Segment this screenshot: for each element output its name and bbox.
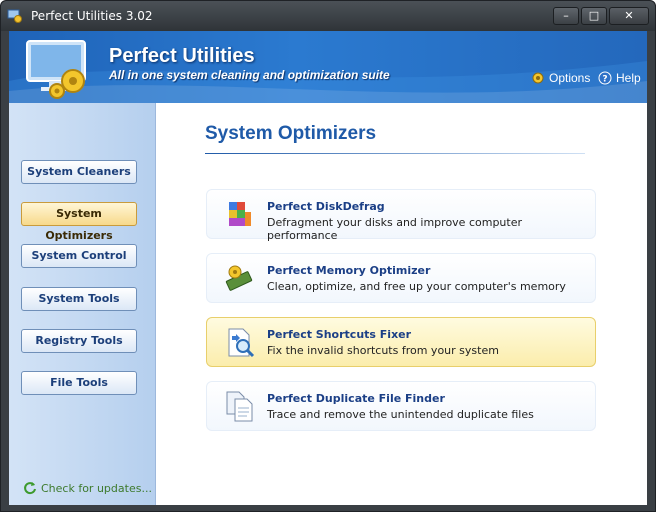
main-panel: System Optimizers Perfect DiskDefrag Def…: [156, 103, 647, 505]
options-link[interactable]: Options: [531, 71, 590, 85]
tool-card-memory-optimizer[interactable]: Perfect Memory Optimizer Clean, optimize…: [206, 253, 596, 303]
close-button[interactable]: ✕: [609, 7, 649, 25]
title-bar[interactable]: Perfect Utilities 3.02 – □ ✕: [1, 1, 655, 31]
refresh-icon: [24, 482, 36, 495]
memory-optimizer-icon: [225, 265, 253, 291]
duplicate-finder-icon: [226, 391, 253, 422]
minimize-button[interactable]: –: [553, 7, 579, 25]
title-divider: [205, 153, 585, 154]
sidebar-item-system-cleaners[interactable]: System Cleaners: [21, 160, 137, 184]
background-page-strip: [0, 512, 660, 530]
maximize-button[interactable]: □: [581, 7, 607, 25]
svg-text:?: ?: [602, 75, 607, 85]
header-banner: Perfect Utilities All in one system clea…: [9, 31, 647, 103]
tool-card-shortcuts-fixer[interactable]: Perfect Shortcuts Fixer Fix the invalid …: [206, 317, 596, 367]
app-logo-icon: [26, 40, 86, 99]
app-subtitle: All in one system cleaning and optimizat…: [109, 68, 390, 82]
tool-name: Perfect Memory Optimizer: [267, 264, 431, 277]
tool-description: Trace and remove the unintended duplicat…: [267, 408, 534, 421]
check-updates-label: Check for updates...: [41, 481, 152, 495]
options-label: Options: [549, 71, 591, 85]
sidebar-item-system-tools[interactable]: System Tools: [21, 287, 137, 311]
check-updates-link[interactable]: Check for updates...: [23, 481, 152, 495]
background-page-edge: [656, 0, 660, 512]
help-label: Help: [616, 71, 641, 85]
shortcuts-fixer-icon: [228, 328, 255, 358]
sidebar-item-system-control[interactable]: System Control: [21, 244, 137, 268]
app-icon: [7, 9, 22, 23]
sidebar: System Cleaners System Optimizers System…: [9, 103, 156, 505]
app-window: Perfect Utilities 3.02 – □ ✕ Perfect Uti…: [0, 0, 656, 512]
tool-name: Perfect Shortcuts Fixer: [267, 328, 412, 341]
tool-description: Defragment your disks and improve comput…: [267, 216, 522, 242]
tool-description: Clean, optimize, and free up your comput…: [267, 280, 566, 293]
help-link[interactable]: ? Help: [598, 71, 641, 85]
tool-card-diskdefrag[interactable]: Perfect DiskDefrag Defragment your disks…: [206, 189, 596, 242]
tool-card-duplicate-finder[interactable]: Perfect Duplicate File Finder Trace and …: [206, 381, 596, 431]
client-area: Perfect Utilities All in one system clea…: [9, 31, 647, 505]
help-icon: ?: [598, 71, 612, 85]
disk-defrag-icon: [229, 202, 251, 226]
tool-name: Perfect Duplicate File Finder: [267, 392, 445, 405]
sidebar-item-file-tools[interactable]: File Tools: [21, 371, 137, 395]
app-title: Perfect Utilities: [109, 45, 255, 67]
page-title: System Optimizers: [205, 123, 377, 144]
sidebar-item-registry-tools[interactable]: Registry Tools: [21, 329, 137, 353]
tool-name: Perfect DiskDefrag: [267, 200, 385, 213]
sidebar-item-system-optimizers[interactable]: System Optimizers: [21, 202, 137, 242]
tool-description: Fix the invalid shortcuts from your syst…: [267, 344, 499, 357]
window-title: Perfect Utilities 3.02: [31, 9, 153, 23]
gear-icon: [532, 72, 544, 84]
